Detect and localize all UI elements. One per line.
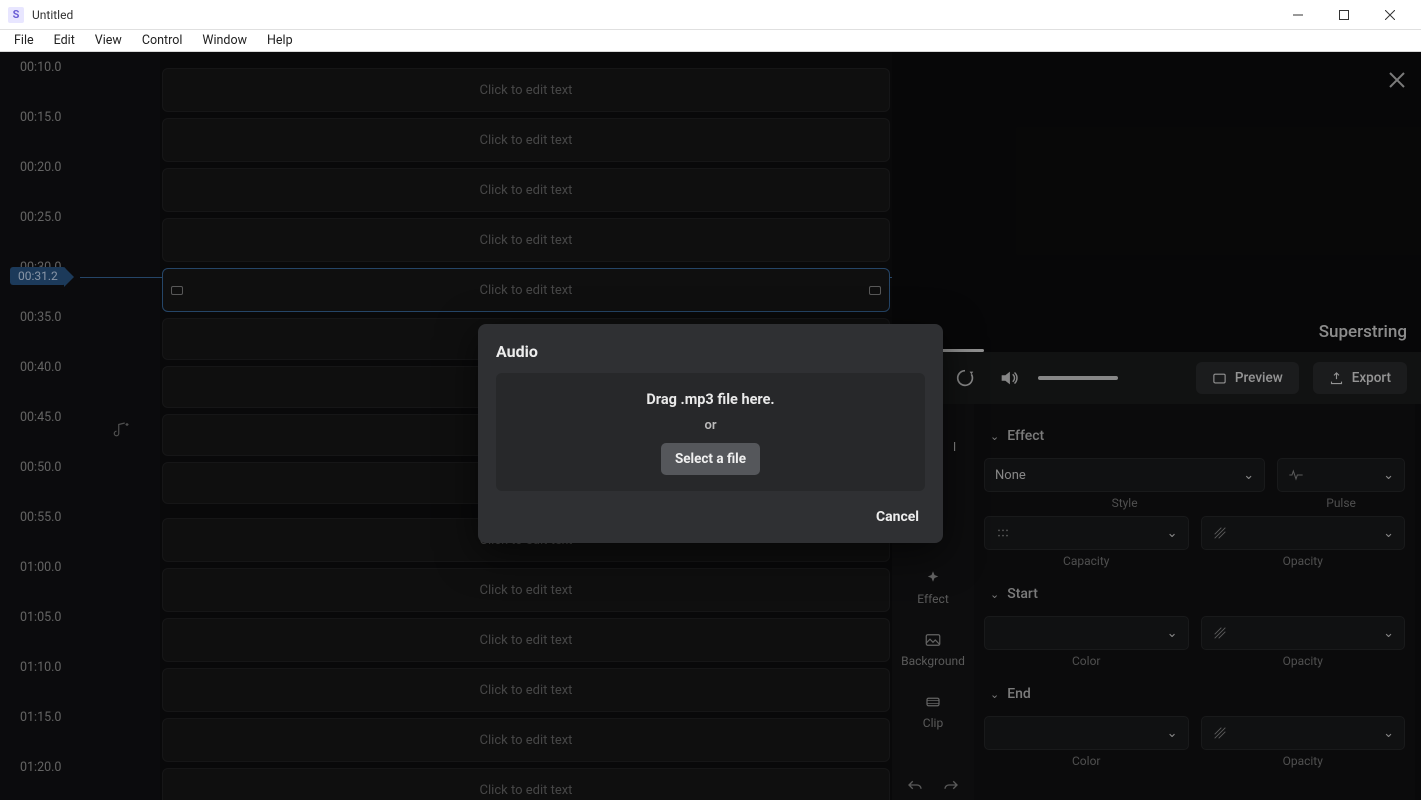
menu-edit[interactable]: Edit <box>44 31 85 50</box>
dropzone-drag-text: Drag .mp3 file here. <box>646 391 774 408</box>
menu-help[interactable]: Help <box>257 31 303 50</box>
menu-view[interactable]: View <box>85 31 132 50</box>
menu-control[interactable]: Control <box>132 31 193 50</box>
select-file-button[interactable]: Select a file <box>661 443 760 475</box>
window-title: Untitled <box>32 8 1275 22</box>
modal-overlay: Audio Drag .mp3 file here. or Select a f… <box>0 52 1421 800</box>
audio-modal-title: Audio <box>496 342 925 361</box>
window-close-button[interactable] <box>1367 0 1413 30</box>
dropzone-or-text: or <box>704 418 716 433</box>
menu-window[interactable]: Window <box>192 31 257 50</box>
audio-dropzone[interactable]: Drag .mp3 file here. or Select a file <box>496 373 925 491</box>
app-icon: S <box>8 7 24 23</box>
menu-bar: File Edit View Control Window Help <box>0 30 1421 52</box>
window-minimize-button[interactable] <box>1275 0 1321 30</box>
audio-modal: Audio Drag .mp3 file here. or Select a f… <box>478 324 943 543</box>
window-titlebar: S Untitled <box>0 0 1421 30</box>
cancel-button[interactable]: Cancel <box>870 505 925 529</box>
menu-file[interactable]: File <box>4 31 44 50</box>
window-maximize-button[interactable] <box>1321 0 1367 30</box>
